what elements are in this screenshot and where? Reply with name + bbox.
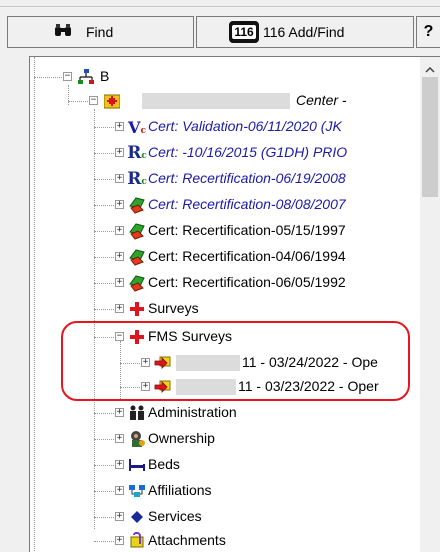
tree-node-fms-item[interactable]: + 11 - 03/23/2022 - Oper [30, 375, 430, 399]
tree-node-label: Cert: -10/16/2015 (G1DH) PRIO [148, 144, 348, 160]
tree-node-label: Cert: Recertification-04/06/1994 [148, 248, 346, 264]
expand-toggle[interactable]: + [115, 278, 124, 287]
expand-toggle[interactable]: + [115, 174, 124, 183]
tree-node-label: Center - [296, 92, 347, 108]
hierarchy-icon [77, 68, 95, 86]
tree-node-label: Affiliations [148, 482, 212, 498]
tree-node-ownership[interactable]: + Ownership [30, 427, 430, 451]
facility-icon [103, 92, 121, 110]
tree-node-root[interactable]: − B [30, 65, 430, 89]
survey-icon [128, 196, 146, 214]
tree-node-label: Cert: Recertification-08/08/2007 [148, 196, 346, 212]
tree-view[interactable]: − B − Center - + Vc Cert: Validation-06/… [29, 56, 440, 552]
app-window: Find 116 116 Add/Find ? − B − Center - +… [0, 0, 440, 552]
tree-node-label: FMS Surveys [148, 328, 233, 344]
tree-node-label: Cert: Recertification-05/15/1997 [148, 222, 346, 238]
collapse-toggle[interactable]: − [89, 96, 98, 105]
tree-node-cert[interactable]: + Vc Cert: Validation-06/11/2020 (JK [30, 115, 430, 139]
tree-node-cert[interactable]: + Cert: Recertification-06/05/1992 [30, 271, 430, 295]
tree-node-cert[interactable]: + Rc Cert: Recertification-06/19/2008 [30, 167, 430, 191]
find-button[interactable]: Find [7, 16, 194, 48]
tree-node-label: Cert: Validation-06/11/2020 (JK [148, 118, 342, 134]
r-icon: Rc [127, 169, 147, 189]
tree-node-label: 11 - 03/24/2022 - Ope [242, 354, 378, 370]
tree-node-label: B [100, 68, 110, 84]
tree-node-attachments[interactable]: + Attachments [30, 529, 430, 552]
help-button[interactable]: ? [416, 16, 440, 48]
tree-node-fms-surveys[interactable]: − FMS Surveys [30, 325, 430, 349]
116-badge-icon: 116 [229, 21, 259, 43]
expand-toggle[interactable]: + [115, 460, 124, 469]
r-icon: Rc [127, 143, 147, 163]
tree-node-cert[interactable]: + Cert: Recertification-04/06/1994 [30, 245, 430, 269]
arrow-survey-icon [154, 354, 172, 372]
collapse-toggle[interactable]: − [63, 72, 72, 81]
top-strip [0, 0, 440, 14]
tree-node-cert[interactable]: + Cert: Recertification-08/08/2007 [30, 193, 430, 217]
survey-icon [128, 248, 146, 266]
tree-node-label: Surveys [148, 300, 199, 316]
help-icon: ? [423, 23, 434, 40]
tree-node-label: Ownership [148, 430, 215, 446]
expand-toggle[interactable]: + [115, 226, 124, 235]
red-cross-icon [128, 300, 146, 318]
red-cross-icon [128, 328, 146, 346]
find-button-label: Find [86, 24, 114, 40]
tree-node-label: Services [148, 508, 202, 524]
tree-node-cert[interactable]: + Cert: Recertification-05/15/1997 [30, 219, 430, 243]
redacted-region [176, 355, 240, 371]
v-icon: Vc [128, 117, 146, 137]
tree-node-label: Beds [148, 456, 180, 472]
toolbar: Find 116 116 Add/Find ? [0, 14, 440, 50]
tree-node-label: Cert: Recertification-06/05/1992 [148, 274, 346, 290]
expand-toggle[interactable]: + [115, 536, 124, 545]
expand-toggle[interactable]: + [115, 148, 124, 157]
expand-toggle[interactable]: + [115, 122, 124, 131]
tree-node-label: Cert: Recertification-06/19/2008 [148, 170, 346, 186]
affiliations-icon [128, 482, 146, 500]
tree-node-beds[interactable]: + Beds [30, 453, 430, 477]
tree-node-fms-item[interactable]: + 11 - 03/24/2022 - Ope [30, 351, 430, 375]
expand-toggle[interactable]: + [115, 200, 124, 209]
chevron-up-icon [425, 61, 435, 76]
add-find-button-label: 116 Add/Find [263, 24, 345, 40]
tree-node-label: Attachments [148, 532, 226, 548]
expand-toggle[interactable]: + [115, 486, 124, 495]
expand-toggle[interactable]: + [141, 382, 150, 391]
arrow-survey-icon [154, 378, 172, 396]
diamond-icon [128, 508, 146, 526]
expand-toggle[interactable]: + [141, 358, 150, 367]
tree-node-surveys[interactable]: + Surveys [30, 297, 430, 321]
scroll-up-button[interactable] [420, 57, 440, 79]
tree-node-administration[interactable]: + Administration [30, 401, 430, 425]
add-find-button[interactable]: 116 116 Add/Find [196, 16, 414, 48]
expand-toggle[interactable]: + [115, 304, 124, 313]
expand-toggle[interactable]: + [115, 512, 124, 521]
vertical-scrollbar[interactable] [420, 57, 440, 552]
expand-toggle[interactable]: + [115, 252, 124, 261]
tree-node-label: Administration [148, 404, 237, 420]
expand-toggle[interactable]: + [115, 408, 124, 417]
survey-icon [128, 274, 146, 292]
redacted-region [176, 379, 236, 395]
scroll-thumb[interactable] [422, 77, 438, 197]
bed-icon [128, 456, 146, 474]
ownership-icon [128, 430, 146, 448]
binoculars-icon [54, 23, 72, 41]
expand-toggle[interactable]: + [115, 434, 124, 443]
attachments-icon [128, 532, 146, 550]
redacted-region [142, 93, 290, 109]
people-icon [128, 404, 146, 422]
tree-node-label: 11 - 03/23/2022 - Oper [238, 378, 379, 394]
tree-node-cert[interactable]: + Rc Cert: -10/16/2015 (G1DH) PRIO [30, 141, 430, 165]
tree-node-affiliations[interactable]: + Affiliations [30, 479, 430, 503]
tree-node-services[interactable]: + Services [30, 505, 430, 529]
collapse-toggle[interactable]: − [115, 332, 124, 341]
survey-icon [128, 222, 146, 240]
tree-node-facility[interactable]: − Center - [30, 89, 430, 113]
